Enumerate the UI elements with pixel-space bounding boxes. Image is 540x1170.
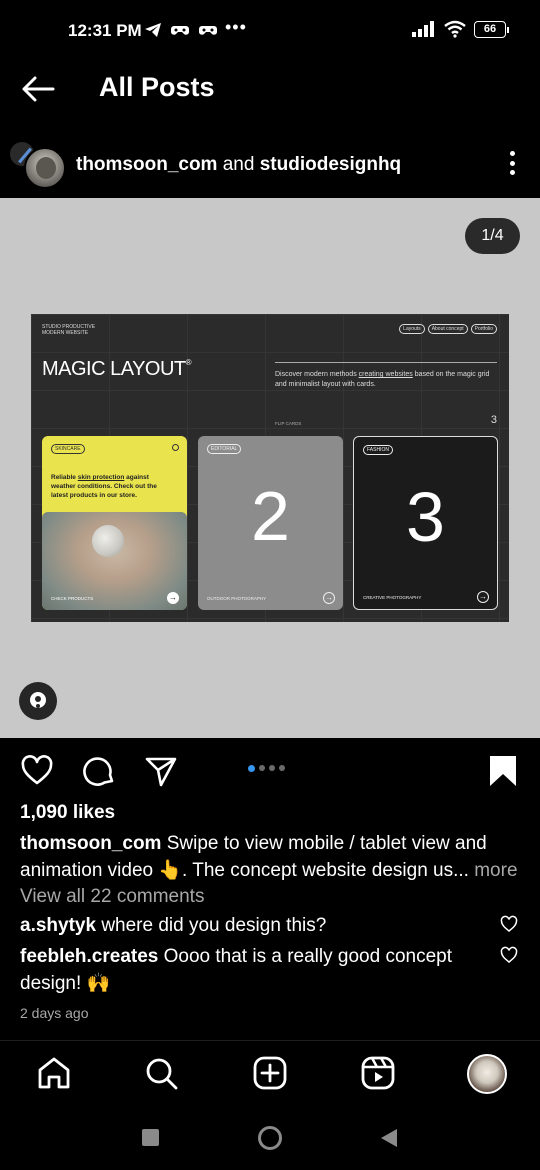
post-author-row: thomsoon_com and studiodesignhq xyxy=(0,130,540,196)
comment-username[interactable]: a.shytyk xyxy=(20,915,96,936)
card-footer: Check products xyxy=(51,596,94,601)
bookmark-icon[interactable] xyxy=(486,754,520,788)
profile-avatar[interactable] xyxy=(467,1054,507,1094)
carousel-counter: 1/4 xyxy=(465,218,520,254)
comment-username[interactable]: feebleh.creates xyxy=(20,946,158,967)
game-controller-icon xyxy=(171,26,189,35)
arrow-right-icon: → xyxy=(323,592,335,604)
card-number: 2 xyxy=(251,477,290,555)
author-avatar[interactable] xyxy=(24,147,66,189)
post-caption: thomsoon_com Swipe to view mobile / tabl… xyxy=(20,830,525,884)
tagged-people-icon[interactable] xyxy=(19,682,57,720)
bottom-nav xyxy=(0,1040,540,1106)
more-notifications-icon: ••• xyxy=(225,17,247,37)
post-date: 2 days ago xyxy=(20,1005,89,1021)
comment-item: feebleh.creates Oooo that is a really go… xyxy=(20,943,480,997)
share-icon[interactable] xyxy=(144,754,178,788)
create-icon[interactable] xyxy=(252,1055,288,1091)
wifi-icon xyxy=(444,20,466,38)
home-circle-icon[interactable] xyxy=(257,1125,283,1151)
comment-item: a.shytyk where did you design this? xyxy=(20,912,480,939)
game-controller-icon xyxy=(199,26,217,35)
mockup-nav-item: Layouts xyxy=(399,324,425,334)
likes-count[interactable]: 1,090 likes xyxy=(20,802,115,824)
back-triangle-icon[interactable] xyxy=(380,1128,398,1148)
circle-icon xyxy=(172,444,179,451)
card-text: Reliable skin protection against weather… xyxy=(51,474,157,499)
arrow-left-icon[interactable] xyxy=(20,74,56,104)
system-status-icons: 66 xyxy=(412,20,509,38)
carousel-dots xyxy=(248,764,285,772)
coauthor-username[interactable]: studiodesignhq xyxy=(260,154,401,175)
author-username[interactable]: thomsoon_com xyxy=(76,154,217,175)
heart-icon[interactable] xyxy=(20,754,54,788)
mockup-nav-item: Portfolio xyxy=(470,324,497,334)
post-actions xyxy=(0,740,540,800)
card-number: 3 xyxy=(406,478,445,556)
author-names: thomsoon_com and studiodesignhq xyxy=(76,154,401,176)
carousel-dot xyxy=(259,765,265,771)
mockup-flip-label: FLIP CARDS xyxy=(275,421,302,426)
notification-icons xyxy=(144,22,218,38)
mockup-card-editorial: EDITORIAL 2 Outdoor photography → xyxy=(198,436,343,610)
mockup-logo: Studio productive modern website xyxy=(42,324,96,336)
reels-icon[interactable] xyxy=(360,1055,396,1091)
card-footer: Creative photography xyxy=(363,595,422,600)
recents-icon[interactable] xyxy=(142,1129,159,1146)
top-header: All Posts xyxy=(0,62,540,118)
home-icon[interactable] xyxy=(36,1055,72,1091)
status-bar: 12:31 PM ••• 66 xyxy=(0,0,540,62)
battery-icon: 66 xyxy=(474,20,509,38)
mockup-nav-item: About concept xyxy=(427,324,468,334)
carousel-dot xyxy=(248,764,255,772)
status-time: 12:31 PM xyxy=(68,21,142,40)
cream-jar-image xyxy=(92,525,124,557)
carousel-dot xyxy=(279,765,285,771)
author-avatars[interactable] xyxy=(8,134,66,192)
heart-icon[interactable] xyxy=(500,915,518,933)
android-nav-bar xyxy=(0,1106,540,1170)
carousel-dot xyxy=(269,765,275,771)
mockup-divider xyxy=(275,362,497,363)
caption-username[interactable]: thomsoon_com xyxy=(20,833,161,854)
mockup-flip-count: 3 xyxy=(490,414,497,426)
mockup-title: MAGIC LAYOUT® xyxy=(42,358,192,380)
card-chip: FASHION xyxy=(363,445,393,455)
mockup-description: Discover modern methods creating website… xyxy=(275,371,490,388)
search-icon[interactable] xyxy=(143,1055,179,1091)
heart-icon[interactable] xyxy=(500,946,518,964)
mockup-nav: Layouts About concept Portfolio xyxy=(399,324,497,334)
card-footer: Outdoor photography xyxy=(207,596,267,601)
author-joiner: and xyxy=(222,154,255,175)
arrow-right-icon: → xyxy=(167,592,179,604)
telegram-icon xyxy=(145,23,161,37)
comment-icon[interactable] xyxy=(83,754,117,788)
more-options-icon[interactable] xyxy=(508,151,516,175)
mockup-card-skincare: SKINCARE Reliable skin protection agains… xyxy=(42,436,187,610)
comment-text: where did you design this? xyxy=(101,915,327,936)
caption-more-link[interactable]: more xyxy=(474,860,517,881)
post-image[interactable]: 1/4 Studio productive modern website Lay… xyxy=(0,198,540,738)
arrow-right-icon: → xyxy=(477,591,489,603)
view-all-comments-link[interactable]: View all 22 comments xyxy=(20,886,204,908)
website-mockup: Studio productive modern website Layouts… xyxy=(31,314,509,622)
page-title: All Posts xyxy=(99,72,215,102)
card-chip: SKINCARE xyxy=(51,444,85,454)
signal-icon xyxy=(412,21,434,37)
mockup-card-fashion: FASHION 3 Creative photography → xyxy=(353,436,498,610)
card-chip: EDITORIAL xyxy=(207,444,242,454)
